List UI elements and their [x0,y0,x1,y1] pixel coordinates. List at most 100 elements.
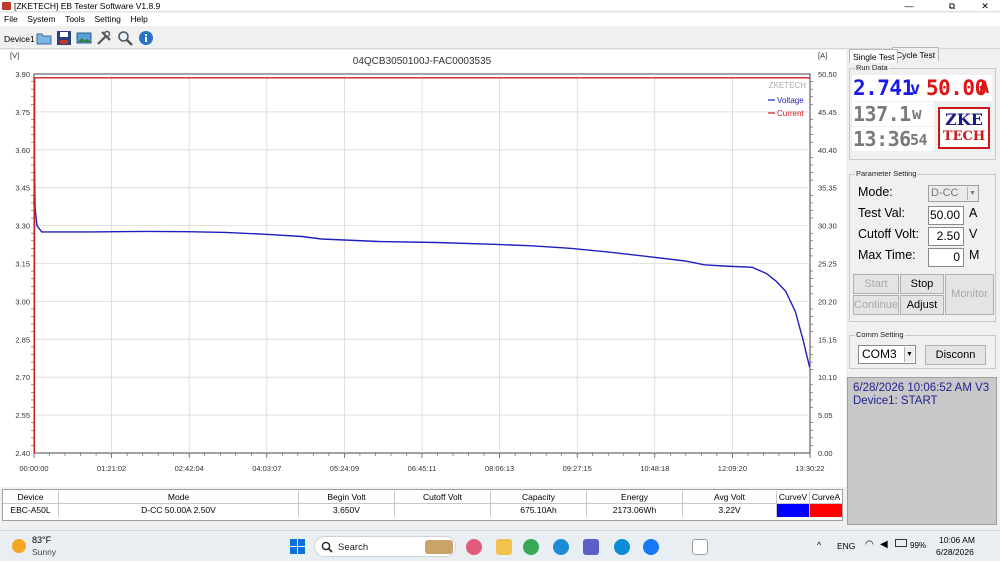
menu-tools[interactable]: Tools [65,13,85,26]
app-icon [2,2,11,10]
toolbar: Device1 [0,27,1000,49]
col-begin-volt: Begin Volt [299,491,395,503]
legend-label: Current [777,109,804,118]
info-icon[interactable] [138,30,154,46]
battery-icon[interactable] [895,539,907,547]
test-val-input[interactable]: 50.00 [928,206,964,225]
current-unit: A [979,78,989,98]
table-row[interactable]: EBC-A50L D-CC 50.00A 2.50V 3.650V 675.10… [3,504,842,517]
y-right-tick-label: 45.45 [818,108,837,117]
status-message: Device1: START [853,395,938,407]
y-right-tick-label: 25.25 [818,260,837,269]
volume-icon[interactable]: ◀ [880,539,888,550]
weather-temp: 83°F [32,535,52,545]
max-time-unit: M [969,248,980,262]
y-left-tick-label: 3.00 [15,297,30,306]
elapsed-seconds-readout: 54 [910,131,928,149]
tab-single-test[interactable]: Single Test [849,49,899,63]
curve-a-swatch[interactable] [810,504,842,517]
teams-icon[interactable] [583,539,599,555]
zke-tech-logo: ZKE TECH [938,107,990,149]
current-readout: 50.00 [926,76,987,100]
open-folder-icon[interactable] [36,30,52,46]
y-right-tick-label: 0.00 [818,449,833,458]
cutoff-volt-input[interactable]: 2.50 [928,227,964,246]
max-time-input[interactable]: 0 [928,248,964,267]
monitor-button[interactable]: Monitor [945,274,994,315]
x-tick-label: 02:42:04 [175,464,204,473]
sun-icon[interactable] [12,539,26,553]
chart-watermark: ZKETECH [769,81,807,90]
mode-value: D-CC [931,187,959,199]
y-left-tick-label: 3.90 [15,70,30,79]
chrome-icon[interactable] [523,539,539,555]
app-icon-blue[interactable] [553,539,569,555]
tools-icon[interactable] [96,30,112,46]
edge-icon[interactable] [614,539,630,555]
chart-panel: 04QCB3050100J-FAC0003535 [V] [A] 3.90 50.… [0,50,846,487]
menu-system[interactable]: System [27,13,55,26]
chevron-down-icon[interactable]: ▼ [967,187,977,200]
language-indicator[interactable]: ENG [837,541,855,551]
test-val-label: Test Val: [858,206,906,220]
com-port-select[interactable]: COM3 ▼ [858,345,916,364]
restore-button[interactable]: ⧉ [937,0,967,12]
clock-time[interactable]: 10:06 AM [939,535,975,545]
chevron-down-icon[interactable]: ▼ [904,347,914,362]
cell-energy: 2173.06Wh [587,504,683,517]
cutoff-volt-label: Cutoff Volt: [858,227,919,241]
search-icon [321,541,333,553]
taskbar: 83°F Sunny Search ^ ENG ◠ ◀ 99% 10:06 AM… [0,530,1000,561]
facebook-icon[interactable] [643,539,659,555]
cell-cutoff-volt [395,504,491,517]
y-left-tick-label: 2.40 [15,449,30,458]
magnifier-icon[interactable] [117,30,133,46]
image-export-icon[interactable] [76,30,92,46]
save-icon[interactable] [56,30,72,46]
x-tick-label: 01:21:02 [97,464,126,473]
mode-select[interactable]: D-CC ▼ [928,185,979,202]
file-explorer-icon[interactable] [496,539,512,555]
menu-help[interactable]: Help [130,13,147,26]
comm-setting-group: Comm Setting COM3 ▼ Disconn [849,330,996,369]
col-capacity: Capacity [491,491,587,503]
voltage-unit: v [910,79,920,99]
results-table: Device Mode Begin Volt Cutoff Volt Capac… [2,489,843,521]
power-readout: 137.1 [853,102,911,126]
continue-button[interactable]: Continue [853,295,899,315]
eb-tester-taskbar-icon[interactable] [692,539,708,555]
y-left-tick-label: 3.60 [15,146,30,155]
run-data-group: Run Data 2.741 v 50.00 A 137.1 w 13:36 5… [849,63,996,160]
copilot-icon[interactable] [466,539,482,555]
disconnect-button[interactable]: Disconn [925,345,986,365]
power-unit: w [912,104,922,123]
window-title: [ZKETECH] EB Tester Software V1.8.9 [14,1,161,11]
minimize-button[interactable]: — [894,0,924,12]
clock-date[interactable]: 6/28/2026 [936,547,974,557]
menu-setting[interactable]: Setting [94,13,120,26]
col-device: Device [3,491,59,503]
y-left-tick-label: 3.15 [15,260,30,269]
chart-legend: ZKETECH Voltage Current [768,81,806,118]
close-button[interactable]: ✕ [970,0,1000,12]
search-highlight-icon [425,540,453,554]
col-cutoff-volt: Cutoff Volt [395,491,491,503]
status-timestamp: 6/28/2026 10:06:52 AM V3 [853,382,990,394]
discharge-chart: 04QCB3050100J-FAC0003535 [V] [A] 3.90 50.… [10,51,837,473]
x-tick-label: 08:06:13 [485,464,514,473]
tab-cycle-test[interactable]: Cycle Test [892,47,940,61]
col-curve-v: CurveV [777,491,810,503]
right-axis-unit: [A] [818,51,827,60]
curve-v-swatch[interactable] [777,504,810,517]
stop-button[interactable]: Stop [900,274,944,294]
windows-start-icon[interactable] [290,539,305,554]
chevron-up-icon[interactable]: ^ [817,540,821,550]
parameter-group: Parameter Setting Mode: D-CC ▼ Test Val:… [849,169,996,322]
logo-text-top: ZKE [945,110,983,129]
cell-avg-volt: 3.22V [683,504,777,517]
adjust-button[interactable]: Adjust [900,295,944,315]
menu-file[interactable]: File [4,13,18,26]
start-button[interactable]: Start [853,274,899,294]
taskbar-search[interactable]: Search [314,536,456,557]
wifi-icon[interactable]: ◠ [865,539,874,550]
